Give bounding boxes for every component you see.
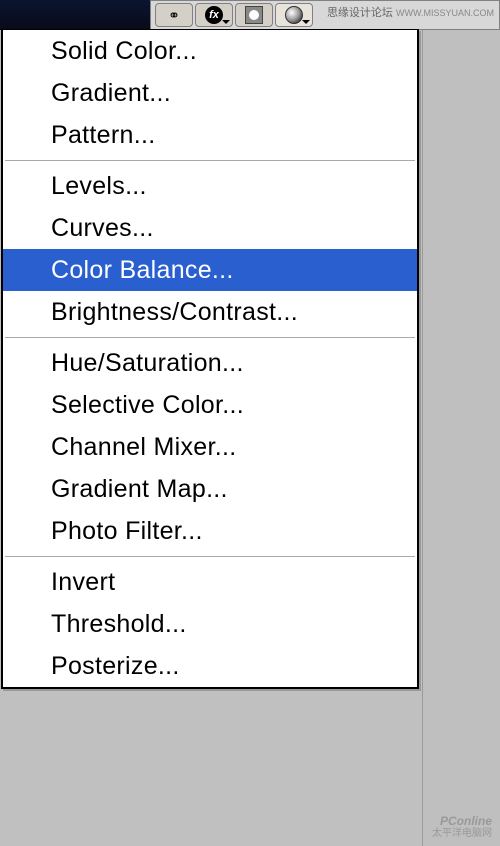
adjustment-layer-menu: Solid Color...Gradient...Pattern... Level… [1, 29, 419, 689]
menu-item-brightcontrast[interactable]: Brightness/Contrast... [3, 291, 417, 333]
menu-item-solid[interactable]: Solid Color... [3, 30, 417, 72]
menu-item-levels[interactable]: Levels... [3, 165, 417, 207]
link-layers-button[interactable]: ⚭ [155, 3, 193, 27]
canvas-edge [0, 0, 150, 30]
menu-item-curves[interactable]: Curves... [3, 207, 417, 249]
layer-style-button[interactable]: fx [195, 3, 233, 27]
menu-item-gradmap[interactable]: Gradient Map... [3, 468, 417, 510]
menu-item-poster[interactable]: Posterize... [3, 645, 417, 687]
menu-item-selcolor[interactable]: Selective Color... [3, 384, 417, 426]
dropdown-arrow-icon [302, 20, 310, 24]
menu-separator [5, 160, 415, 161]
layer-mask-button[interactable] [235, 3, 273, 27]
menu-item-colorbal[interactable]: Color Balance... [3, 249, 417, 291]
layers-toolbar: ⚭ fx [150, 0, 500, 30]
menu-item-thresh[interactable]: Threshold... [3, 603, 417, 645]
dropdown-arrow-icon [222, 20, 230, 24]
fx-icon: fx [205, 6, 223, 24]
menu-item-chanmix[interactable]: Channel Mixer... [3, 426, 417, 468]
top-bar: ⚭ fx [0, 0, 500, 30]
adjustment-layer-button[interactable] [275, 3, 313, 27]
link-icon: ⚭ [168, 7, 180, 24]
right-panel-edge [422, 30, 500, 846]
menu-item-invert[interactable]: Invert [3, 561, 417, 603]
menu-item-pattern[interactable]: Pattern... [3, 114, 417, 156]
menu-item-huesat[interactable]: Hue/Saturation... [3, 342, 417, 384]
adjustment-layer-icon [285, 6, 303, 24]
mask-icon [245, 6, 263, 24]
menu-separator [5, 337, 415, 338]
menu-item-photof[interactable]: Photo Filter... [3, 510, 417, 552]
menu-item-gradient[interactable]: Gradient... [3, 72, 417, 114]
menu-separator [5, 556, 415, 557]
